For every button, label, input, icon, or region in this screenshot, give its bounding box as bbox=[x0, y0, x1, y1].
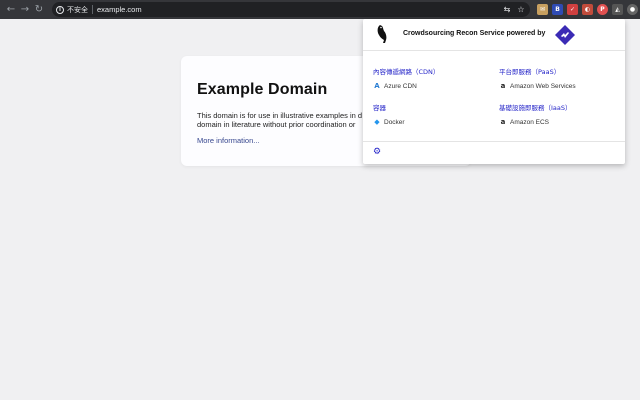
popup-footer: ⚙ bbox=[363, 141, 625, 164]
tech-value: ◆ Docker bbox=[373, 118, 405, 126]
tech-item: 內容傳遞網路（CDN） A Azure CDN bbox=[373, 66, 439, 90]
tech-value: a Amazon Web Services bbox=[499, 82, 576, 90]
url-text[interactable]: example.com bbox=[97, 5, 142, 14]
extension-icon[interactable]: ✉ bbox=[537, 4, 548, 15]
azure-icon: A bbox=[374, 82, 380, 90]
popup-header: Crowdsourcing Recon Service powered by bbox=[363, 19, 625, 51]
extension-icon[interactable]: ◐ bbox=[582, 4, 593, 15]
tech-value: A Azure CDN bbox=[373, 82, 439, 90]
category-link[interactable]: 內容傳遞網路（CDN） bbox=[373, 66, 439, 76]
extension-icon[interactable]: B bbox=[552, 4, 563, 15]
translate-icon[interactable]: ⇆ bbox=[502, 4, 512, 14]
tech-name: Docker bbox=[384, 118, 405, 126]
extension-icons: ✉ B ✓ ◐ P ◭ ● ✚ bbox=[537, 4, 640, 15]
gear-icon[interactable]: ⚙ bbox=[373, 147, 381, 157]
browser-toolbar: ← → ↻ i 不安全 example.com ⇆ ☆ ✉ B ✓ ◐ P ◭ … bbox=[0, 0, 640, 19]
category-link[interactable]: 平台即服務（PaaS） bbox=[499, 66, 576, 76]
tech-item: 基礎設施即服務（IaaS） a Amazon ECS bbox=[499, 102, 572, 126]
url-separator bbox=[92, 5, 93, 14]
recon-extension-icon[interactable]: ● bbox=[627, 4, 638, 15]
category-link[interactable]: 容器 bbox=[373, 102, 405, 112]
category-link[interactable]: 基礎設施即服務（IaaS） bbox=[499, 102, 572, 112]
reload-icon[interactable]: ↻ bbox=[32, 0, 46, 19]
extension-icon[interactable]: P bbox=[597, 4, 608, 15]
docker-icon: ◆ bbox=[374, 118, 380, 126]
extension-popup: Crowdsourcing Recon Service powered by 內… bbox=[363, 19, 625, 164]
tech-name: Azure CDN bbox=[384, 82, 417, 90]
address-bar[interactable]: i 不安全 example.com ⇆ ☆ bbox=[52, 2, 530, 17]
tech-value: a Amazon ECS bbox=[499, 118, 572, 126]
amazon-icon: a bbox=[500, 82, 506, 90]
tech-item: 平台即服務（PaaS） a Amazon Web Services bbox=[499, 66, 576, 90]
tech-name: Amazon Web Services bbox=[510, 82, 576, 90]
forward-icon[interactable]: → bbox=[18, 0, 32, 19]
info-icon[interactable]: i bbox=[56, 5, 64, 14]
amazon-icon: a bbox=[500, 118, 506, 126]
security-label[interactable]: 不安全 bbox=[67, 5, 88, 15]
extension-icon[interactable]: ✓ bbox=[567, 4, 578, 15]
tech-name: Amazon ECS bbox=[510, 118, 550, 126]
bird-logo-icon bbox=[377, 25, 387, 43]
popup-title: Crowdsourcing Recon Service powered by bbox=[403, 30, 546, 37]
star-icon[interactable]: ☆ bbox=[516, 4, 526, 14]
back-icon[interactable]: ← bbox=[4, 0, 18, 19]
brand-logo-icon bbox=[555, 25, 575, 45]
extension-icon[interactable]: ◭ bbox=[612, 4, 623, 15]
tech-item: 容器 ◆ Docker bbox=[373, 102, 405, 126]
